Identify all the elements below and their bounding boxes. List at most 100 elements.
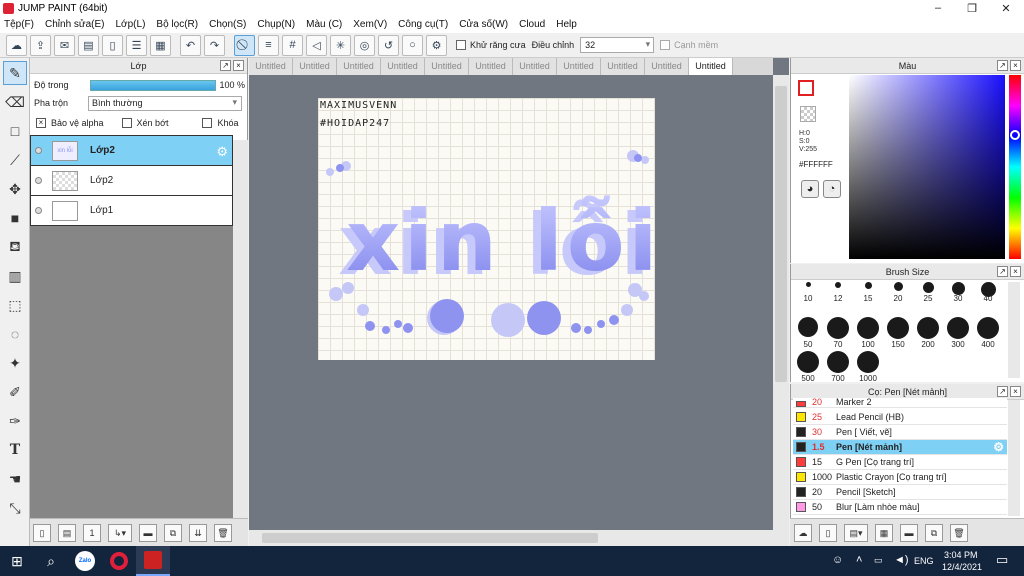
duplicate-layer-icon[interactable]: ⧉ [164,523,182,542]
soft-edge-checkbox[interactable] [660,40,671,50]
color-picker-icon[interactable]: ◔ [823,180,841,198]
layer-row[interactable]: Lớp2 [30,166,233,196]
panel-float-icon[interactable]: ↗ [997,266,1008,277]
opacity-slider[interactable] [89,79,216,91]
panel-close-icon[interactable]: × [1010,60,1021,71]
parallel-snap-icon[interactable]: ≡ [258,34,279,56]
brush-size-dot[interactable] [947,317,969,339]
brush-size-dot[interactable] [864,282,872,289]
brush-settings-icon[interactable]: ⚙ [993,440,1004,454]
export-icon[interactable]: ⇪ [30,34,51,56]
brush-folder-icon[interactable]: ▬ [900,523,918,542]
clock-time[interactable]: 3:04 PM [944,550,978,560]
menu-view[interactable]: Xem(V) [353,19,387,30]
zalo-app-icon[interactable]: Zalo [68,546,102,576]
people-icon[interactable]: ☺ [832,554,843,566]
no-snap-icon[interactable]: ⃠ [234,34,255,56]
ellipse-snap-icon[interactable]: ○ [402,34,423,56]
document-tab[interactable]: Untitled [469,58,513,75]
document-tab-active[interactable]: Untitled [689,58,733,75]
tray-arrow-icon[interactable]: ˄ [856,554,862,566]
brush-size-dot[interactable] [922,282,934,293]
brush-item[interactable]: 20 Pencil [Sketch] [793,485,1007,500]
volume-icon[interactable]: ◄) [894,554,909,566]
snap-settings-icon[interactable]: ⚙ [426,34,447,56]
brush-item[interactable]: 30 Pen [ Viết, vẽ] [793,425,1007,440]
brush-size-dot[interactable] [805,282,811,287]
document-tab[interactable]: Untitled [425,58,469,75]
lock-checkbox[interactable] [202,118,213,128]
menu-file[interactable]: Tệp(F) [4,19,34,30]
brush-size-dot[interactable] [857,317,879,339]
brush-tool-icon[interactable]: ✎ [3,61,27,85]
brush-size-dot[interactable] [835,282,841,288]
panel-close-icon[interactable]: × [233,60,244,71]
menu-color[interactable]: Màu (C) [306,19,342,30]
brush-size-dot[interactable] [977,317,999,339]
perspective-snap-icon[interactable]: ◁ [306,34,327,56]
concentric-snap-icon[interactable]: ◎ [354,34,375,56]
grid-snap-icon[interactable]: # [282,34,303,56]
blend-select[interactable]: Bình thường [88,95,243,111]
brush-item[interactable]: 50 Blur [Làm nhòe màu] [793,500,1007,515]
visibility-toggle-icon[interactable] [35,147,42,154]
brush-size-dot[interactable] [857,351,879,373]
brush-item[interactable]: 25 Lead Pencil (HB) [793,410,1007,425]
radial-snap-icon[interactable]: ✳ [330,34,351,56]
select-tool-icon[interactable]: ⬚ [3,293,27,317]
document-tab[interactable]: Untitled [381,58,425,75]
jump-paint-app-icon[interactable] [136,546,170,576]
undo-icon[interactable]: ↶ [180,34,201,56]
brush-item[interactable]: 20 Marker 2 [793,398,1007,408]
palette-icon[interactable]: ◕ [801,180,819,198]
opera-app-icon[interactable] [102,546,136,576]
clipping-checkbox[interactable] [121,118,132,128]
new-layer-icon[interactable]: ▯ [33,523,51,542]
search-icon[interactable]: ⌕ [34,546,68,576]
curve-snap-icon[interactable]: ↺ [378,34,399,56]
panel-float-icon[interactable]: ↗ [220,60,231,71]
document-tab[interactable]: Untitled [337,58,381,75]
magic-wand-tool-icon[interactable]: ✦ [3,351,27,375]
layer-settings-icon[interactable]: ⚙ [216,144,228,160]
menu-capture[interactable]: Chụp(N) [257,19,295,30]
battery-icon[interactable]: ▭ [874,555,883,566]
add-brush-icon[interactable]: ▯ [819,523,837,542]
close-button[interactable]: ✕ [990,0,1022,16]
layer-row[interactable]: xin lỗi Lớp2 ⚙ [30,136,233,166]
page-icon[interactable]: ▯ [102,34,123,56]
panel-float-icon[interactable]: ↗ [997,386,1008,397]
minimize-button[interactable]: – [922,0,954,16]
delete-layer-icon[interactable]: 🗑 [214,523,232,542]
cloud-save-icon[interactable]: ☁ [6,34,27,56]
brush-item[interactable]: 1000 Plastic Crayon [Cọ trang trí] [793,470,1007,485]
antialias-checkbox[interactable] [456,40,466,50]
protect-alpha-checkbox[interactable]: × [36,118,46,128]
clock-date[interactable]: 12/4/2021 [942,562,982,572]
brush-size-dot[interactable] [827,317,849,339]
menu-layer[interactable]: Lớp(L) [116,19,146,30]
new-folder-icon[interactable]: ▬ [139,523,157,542]
grid-settings-icon[interactable]: ▦ [150,34,171,56]
brush-list-scrollbar[interactable] [1008,400,1020,516]
document-tab[interactable]: Untitled [645,58,689,75]
document-tab[interactable]: Untitled [601,58,645,75]
language-indicator[interactable]: ENG [914,556,934,566]
menu-select[interactable]: Chọn(S) [209,19,246,30]
visibility-toggle-icon[interactable] [35,177,42,184]
windows-start-icon[interactable]: ⊞ [0,546,34,576]
rect-tool-icon[interactable]: □ [3,119,27,143]
brush-size-dot[interactable] [797,351,819,373]
merge-layer-icon[interactable]: ⇊ [189,523,207,542]
visibility-toggle-icon[interactable] [35,207,42,214]
bucket-tool-icon[interactable]: ⛾ [3,235,27,259]
redo-icon[interactable]: ↷ [204,34,225,56]
layer-row[interactable]: Lớp1 [30,196,233,226]
eyedropper-tool-icon[interactable]: ⤡ [3,496,27,520]
foreground-color-swatch[interactable] [798,80,814,96]
brush-size-scrollbar[interactable] [1008,282,1020,378]
panel-close-icon[interactable]: × [1010,266,1021,277]
brush-size-dot[interactable] [798,317,818,337]
new-1bit-layer-icon[interactable]: 1 [83,523,101,542]
canvas-horizontal-scroll-thumb[interactable] [262,533,598,543]
